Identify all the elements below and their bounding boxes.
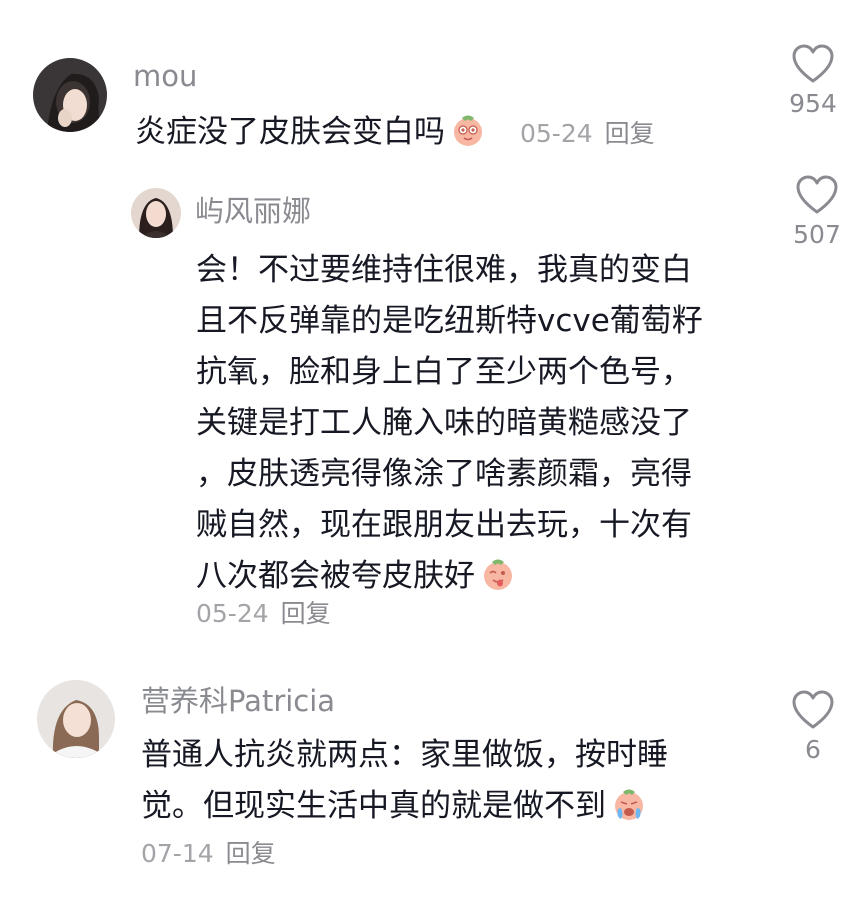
comment-username[interactable]: 营养科Patricia bbox=[141, 683, 335, 719]
like-button[interactable]: 507 bbox=[782, 175, 852, 251]
comment-text: 普通人抗炎就两点：家里做饭，按时睡 觉。但现实生活中真的就是做不到 bbox=[141, 730, 668, 832]
comment-text-line: 普通人抗炎就两点：家里做饭，按时睡 bbox=[141, 737, 668, 773]
reply-meta: 05-24 回复 bbox=[196, 598, 331, 630]
reply-text-line: 贼自然，现在跟朋友出去玩，十次有 bbox=[196, 507, 692, 543]
reply-text-line: 会！不过要维持住很难，我真的变白 bbox=[196, 252, 692, 288]
reply-username[interactable]: 屿风丽娜 bbox=[195, 193, 311, 229]
comment-text: 炎症没了皮肤会变白吗 bbox=[135, 107, 485, 158]
avatar[interactable] bbox=[33, 58, 107, 132]
like-count: 6 bbox=[805, 735, 821, 764]
peach-tongue-icon bbox=[481, 557, 515, 591]
like-count: 507 bbox=[793, 220, 841, 249]
reply-button[interactable]: 回复 bbox=[605, 119, 655, 148]
reply-text-line: 关键是打工人腌入味的暗黄糙感没了 bbox=[196, 405, 692, 441]
comment-date: 07-14 bbox=[141, 839, 214, 868]
heart-icon bbox=[796, 175, 838, 214]
crying-face-icon bbox=[612, 787, 646, 821]
reply-text-line: 八次都会被夸皮肤好 bbox=[196, 558, 475, 594]
comment-meta: 05-24 回复 bbox=[520, 118, 655, 150]
heart-icon bbox=[792, 690, 834, 729]
comment-text-line: 炎症没了皮肤会变白吗 bbox=[135, 114, 445, 150]
comment-username[interactable]: mou bbox=[133, 58, 197, 94]
comment-meta: 07-14 回复 bbox=[141, 838, 276, 870]
reply-text: 会！不过要维持住很难，我真的变白 且不反弹靠的是吃纽斯特vcve葡萄籽 抗氧，脸… bbox=[196, 245, 703, 602]
avatar[interactable] bbox=[37, 680, 115, 758]
avatar[interactable] bbox=[131, 188, 181, 238]
heart-icon bbox=[792, 44, 834, 83]
comment-text-line: 觉。但现实生活中真的就是做不到 bbox=[141, 788, 606, 824]
reply-date: 05-24 bbox=[196, 599, 269, 628]
like-count: 954 bbox=[789, 89, 837, 118]
like-button[interactable]: 6 bbox=[778, 690, 848, 766]
reply-text-line: ，皮肤透亮得像涂了啥素颜霜，亮得 bbox=[196, 456, 692, 492]
reply-text-line: 抗氧，脸和身上白了至少两个色号， bbox=[196, 354, 692, 390]
reply-button[interactable]: 回复 bbox=[226, 839, 276, 868]
doge-face-icon bbox=[451, 113, 485, 147]
reply-button[interactable]: 回复 bbox=[281, 599, 331, 628]
reply-text-line: 且不反弹靠的是吃纽斯特vcve葡萄籽 bbox=[196, 303, 703, 339]
comment-date: 05-24 bbox=[520, 119, 593, 148]
like-button[interactable]: 954 bbox=[778, 44, 848, 120]
